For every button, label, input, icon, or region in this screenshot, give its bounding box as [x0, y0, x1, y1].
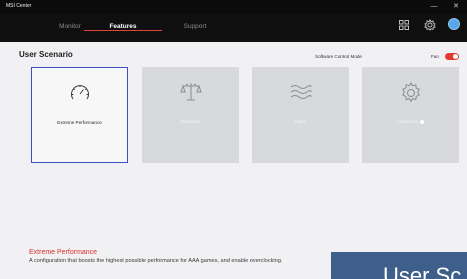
grid-icon[interactable]: [398, 19, 410, 31]
top-navigation: Monitor Features Support: [0, 14, 467, 42]
tab-features[interactable]: Features: [93, 19, 153, 35]
scenario-card-balanced[interactable]: Balanced: [142, 67, 239, 163]
window-title: MSI Center: [6, 3, 32, 9]
section-title: User Scenario: [19, 50, 73, 59]
toggle-knob: [453, 54, 458, 59]
settings-icon[interactable]: [424, 19, 436, 31]
scenario-label-text: Customize: [396, 119, 419, 124]
wind-icon: [289, 81, 313, 103]
scale-icon: [179, 81, 202, 103]
customize-settings-icon[interactable]: [420, 119, 425, 124]
scenario-description-text: A configuration that boosts the highest …: [29, 258, 283, 264]
speedometer-icon: [69, 82, 91, 104]
scenario-description-title: Extreme Performance: [29, 249, 98, 256]
scenario-label: Customize: [362, 119, 459, 124]
gear-icon: [399, 81, 423, 105]
scenario-card-silent[interactable]: Silent: [252, 67, 349, 163]
minimize-button[interactable]: —: [428, 1, 440, 12]
scenario-card-extreme-performance[interactable]: Extreme Performance: [31, 67, 128, 163]
active-tab-indicator: [84, 30, 162, 31]
software-control-mode-label: Software Control Mode: [315, 54, 362, 59]
overlay-text: User Sc: [383, 263, 462, 279]
overlay-panel: User Sc: [331, 252, 467, 279]
scenario-label: Silent: [294, 119, 307, 124]
title-bar: MSI Center — ✕: [0, 0, 467, 14]
scenario-label: Balanced: [180, 119, 201, 124]
tab-support[interactable]: Support: [165, 19, 225, 35]
tab-monitor[interactable]: Monitor: [40, 19, 100, 35]
fan-toggle[interactable]: [445, 53, 459, 60]
scenario-card-customize[interactable]: Customize: [362, 67, 459, 163]
scenario-label: Extreme Performance: [57, 120, 102, 125]
close-button[interactable]: ✕: [450, 1, 462, 12]
fan-label: Fan: [431, 54, 439, 59]
user-avatar[interactable]: [448, 18, 460, 30]
